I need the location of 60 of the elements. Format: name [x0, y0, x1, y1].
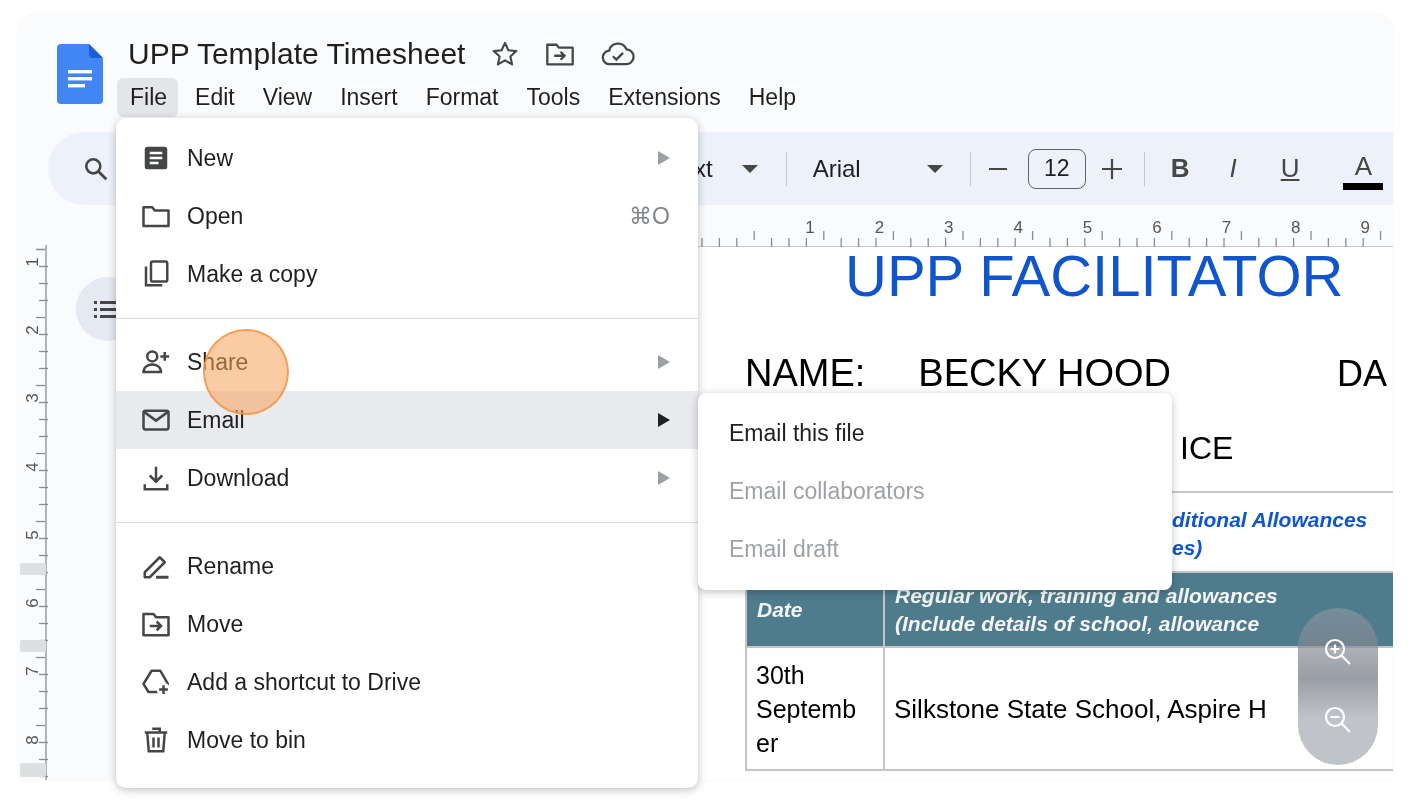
table-cell: 30th September — [746, 647, 884, 770]
ruler-number: 8 — [1291, 218, 1301, 237]
docs-logo-icon[interactable] — [57, 44, 103, 104]
ruler-number: 3 — [944, 218, 954, 237]
document-text: ICE — [1180, 432, 1235, 464]
text-color-button[interactable]: A — [1339, 151, 1388, 190]
bold-button[interactable]: B — [1166, 153, 1194, 184]
menu-item[interactable]: Make a copy — [116, 245, 698, 303]
menu-item[interactable]: Add a shortcut to Drive — [116, 653, 698, 711]
document-heading: UPP FACILITATOR — [845, 247, 1345, 305]
list-icon — [94, 299, 118, 319]
ruler-number: 4 — [22, 462, 42, 472]
menu-item: Email draft — [728, 534, 840, 564]
date-label: DA — [1337, 354, 1387, 394]
menu-item[interactable]: Email this file — [698, 404, 1172, 462]
ruler-number: 8 — [22, 735, 42, 745]
zoom-in-icon[interactable] — [1324, 638, 1352, 666]
menu-item[interactable]: Format — [412, 77, 510, 117]
ruler-number: 7 — [22, 666, 42, 676]
ruler-number: 3 — [22, 393, 42, 403]
menu-item[interactable]: Extensions — [595, 77, 732, 117]
cloud-check-icon[interactable] — [601, 41, 636, 67]
font-size-field[interactable]: 12 — [1027, 148, 1086, 189]
menu-item[interactable]: Rename — [116, 537, 698, 595]
star-icon[interactable] — [491, 40, 520, 68]
menu-item[interactable]: Move — [116, 595, 698, 653]
menu-item[interactable]: Insert — [327, 77, 409, 117]
menu-item[interactable]: View — [249, 77, 324, 117]
caret-icon — [925, 163, 944, 174]
name-label: NAME: — [745, 353, 866, 393]
ruler-number: 1 — [805, 218, 815, 237]
ruler-number: 7 — [1221, 218, 1232, 237]
underline-button[interactable]: U — [1276, 153, 1304, 184]
caret-icon — [740, 163, 759, 174]
ruler-number: 4 — [1013, 218, 1023, 237]
ruler-number: 6 — [1152, 218, 1162, 237]
menu-item: Email collaborators — [728, 476, 926, 506]
search-icon[interactable] — [83, 155, 109, 182]
ruler-number: 5 — [22, 530, 42, 540]
menu-item[interactable]: New — [116, 129, 698, 187]
plus-icon[interactable] — [1100, 157, 1123, 180]
italic-button[interactable]: I — [1225, 153, 1241, 184]
ruler-number: 1 — [22, 257, 42, 267]
triangle-plus-icon — [141, 667, 171, 697]
ruler-number: 2 — [22, 325, 42, 335]
menu-item[interactable]: Open ⌘O — [116, 187, 698, 245]
menu-item[interactable]: Help — [735, 77, 808, 117]
ruler-number: 2 — [874, 218, 885, 237]
ruler-number: 9 — [1360, 218, 1370, 237]
menu-item[interactable]: Edit — [182, 77, 246, 117]
menu-item[interactable]: Email — [116, 391, 698, 449]
font-dropdown[interactable]: Arial — [812, 154, 944, 183]
ruler-number: 6 — [22, 598, 42, 608]
document-title[interactable]: UPP Template Timesheet — [128, 37, 466, 71]
menu-item[interactable]: Download — [116, 449, 698, 507]
menu-item[interactable]: File — [117, 77, 179, 117]
menu-item[interactable]: Tools — [513, 77, 592, 117]
ruler-number: 5 — [1082, 218, 1093, 237]
name-value: BECKY HOOD — [918, 353, 1172, 393]
menu-item[interactable]: Move to bin — [116, 711, 698, 769]
